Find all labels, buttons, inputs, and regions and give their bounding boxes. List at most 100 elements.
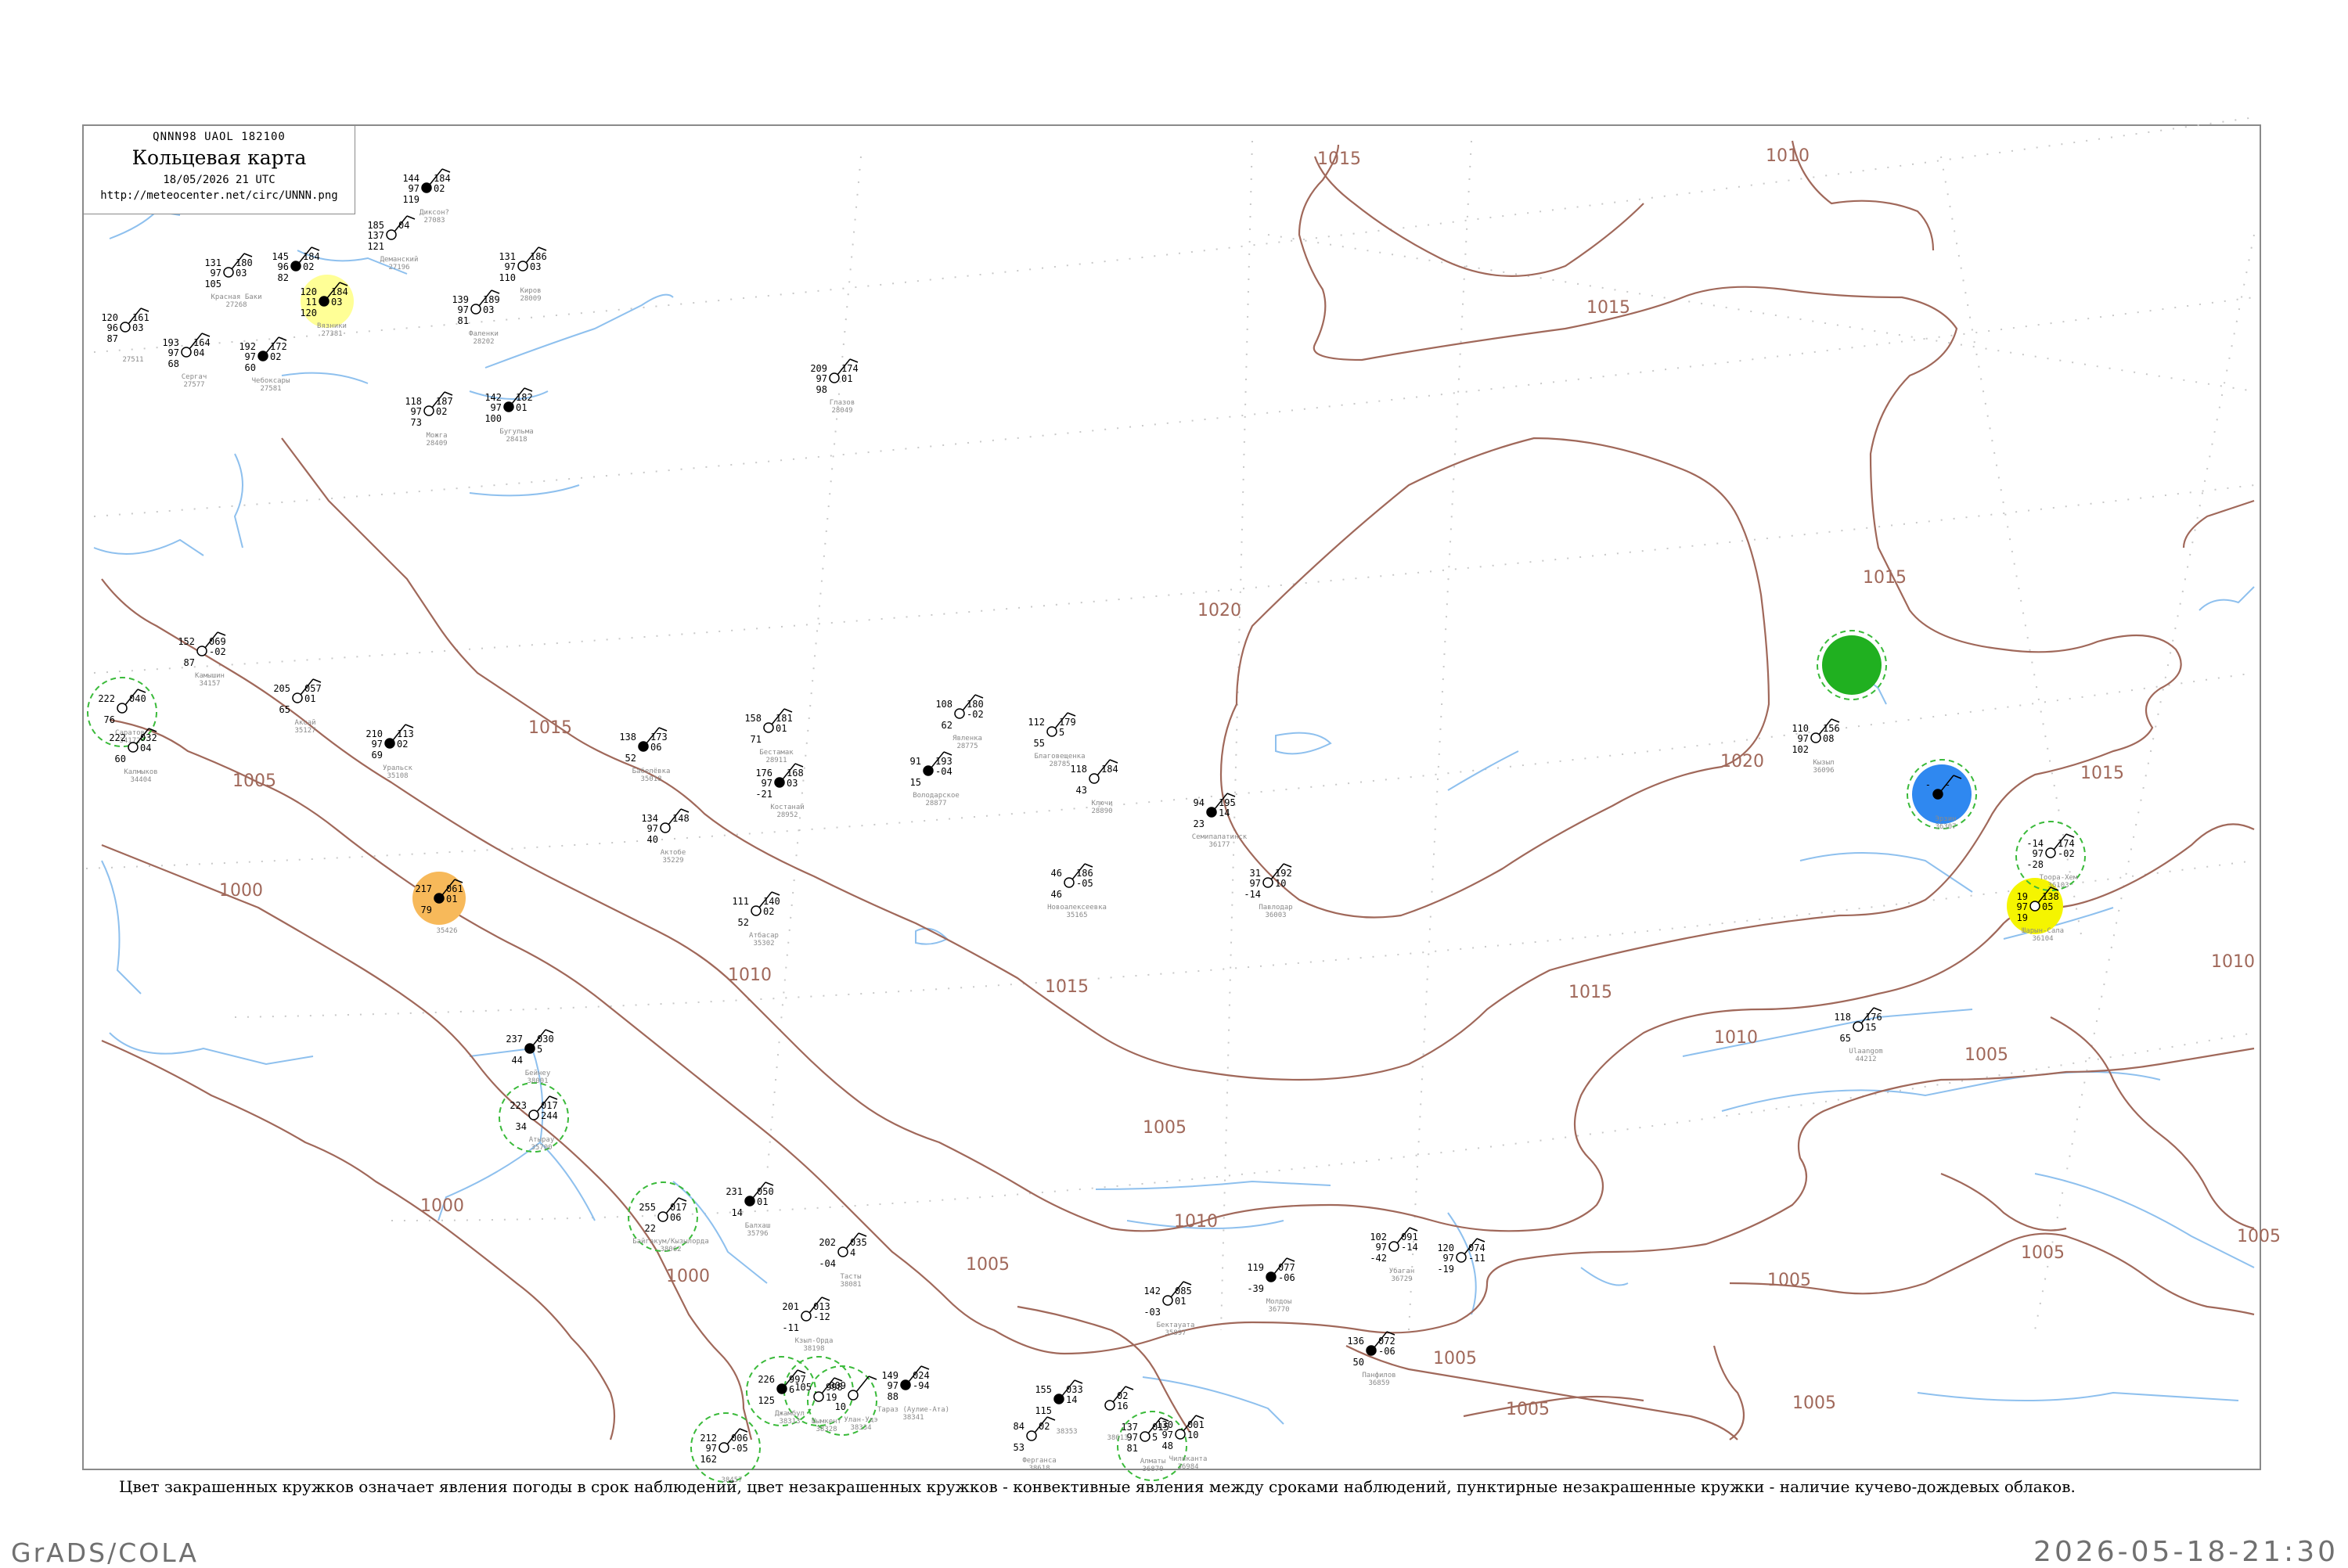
station-dewpoint: 97 xyxy=(1443,1253,1454,1264)
station-dewpoint: 97 xyxy=(409,183,420,194)
wind-barb-feather xyxy=(1283,863,1292,868)
station-index: 35700 xyxy=(531,1144,552,1152)
station-visibility: -03 xyxy=(1143,1307,1161,1318)
station-index: 28418 xyxy=(506,436,527,444)
station-plot: 111 52 14002 Атбасар35302 xyxy=(732,891,780,948)
isobar-label: 1010 xyxy=(1174,1212,1218,1232)
station-pressure: - xyxy=(1945,779,1950,790)
station-name: Ulaangom xyxy=(1849,1048,1882,1056)
station-dewpoint: 96 xyxy=(278,261,289,272)
station-temperature: 136 xyxy=(1347,1336,1364,1347)
station-name: Тараз (Аулие-Ата) xyxy=(877,1406,949,1414)
station-plot: 142 -03 08501 Бектауата35897 xyxy=(1143,1281,1195,1337)
station-temperature: 226 xyxy=(758,1374,775,1385)
station-pressure: 032 xyxy=(140,732,157,743)
station-name: Панфилов xyxy=(1362,1372,1395,1379)
station-index: 27196 xyxy=(388,264,409,272)
station-index: 28049 xyxy=(831,407,852,415)
station-dewpoint: 97 xyxy=(1798,733,1809,744)
station-temperature: 108 xyxy=(935,699,953,710)
station-temperature: 118 xyxy=(1070,764,1087,775)
station-temperature: 176 xyxy=(755,768,772,779)
cb-rings xyxy=(87,630,2086,1483)
wind-barb-feather xyxy=(974,694,984,699)
station-pressure: 035 xyxy=(850,1237,867,1248)
station-pressure: 184 xyxy=(331,286,348,297)
station-pressure: 172 xyxy=(270,341,287,352)
station-pressure: 182 xyxy=(516,392,533,403)
station-dewpoint: 97 xyxy=(211,268,221,279)
station-pressure: 173 xyxy=(650,732,668,743)
station-name: Павлодар xyxy=(1259,904,1292,912)
station-temperature: 217 xyxy=(415,883,432,894)
station-pressure: 030 xyxy=(537,1034,554,1045)
wind-barb-feather xyxy=(1226,793,1236,797)
station-dewpoint: 97 xyxy=(888,1380,899,1391)
station-pressure: 189 xyxy=(483,294,500,305)
station-index: 38353 xyxy=(1056,1428,1077,1436)
station-tendency: 5 xyxy=(537,1044,542,1055)
station-name: Бейнеу xyxy=(525,1070,551,1077)
station-name: Деманский xyxy=(380,256,419,264)
station-tendency: -02 xyxy=(2058,848,2075,859)
station-name: Бектауата xyxy=(1157,1322,1195,1329)
station-tendency: 03 xyxy=(483,304,494,315)
station-name: Явленка xyxy=(953,735,982,743)
station-tendency: 10 xyxy=(1275,878,1286,889)
station-pressure: 148 xyxy=(672,813,690,824)
station-temperature: 149 xyxy=(881,1370,899,1381)
station-pressure: 186 xyxy=(1076,868,1093,879)
station-plot: 201 -11 013-12 Кзыл-Орда38198 xyxy=(782,1296,833,1353)
station-index: 36870 xyxy=(1142,1466,1163,1473)
station-plot: 91 15 193-04 Володарское28877 xyxy=(910,751,960,807)
station-index: 38618 xyxy=(1028,1465,1050,1473)
station-plot: 1209687 16103 27511 xyxy=(101,307,149,364)
station-visibility: 60 xyxy=(115,753,126,764)
station-index: 38001 xyxy=(527,1077,548,1085)
station-plot: 202 -04 0354 Тасты38081 xyxy=(819,1232,867,1289)
station-index: 38341 xyxy=(902,1414,924,1422)
station-temperature: 142 xyxy=(484,392,502,403)
station-index: 36770 xyxy=(1268,1306,1289,1314)
station-visibility: 15 xyxy=(910,777,921,788)
station-name: Аксай xyxy=(294,719,315,727)
station-visibility: 125 xyxy=(758,1395,775,1406)
station-plot: 10297-42 091-14 Убаган36729 xyxy=(1370,1227,1418,1283)
station-pressure: 184 xyxy=(434,173,451,184)
isobar-label: 1015 xyxy=(2080,764,2124,783)
station-temperature: 31 xyxy=(1250,868,1261,879)
station-plot: 13197110 18603 Киров28009 xyxy=(499,246,547,303)
station-tendency: 02 xyxy=(763,906,774,917)
station-index: 36177 xyxy=(1208,841,1230,849)
map-datetime: 18/05/2026 21 UTC xyxy=(163,174,275,186)
station-dewpoint: 97 xyxy=(411,406,422,417)
station-name: Володарское xyxy=(913,792,960,800)
station-visibility: 81 xyxy=(1127,1443,1138,1454)
station-plot: 185137121 04 Деманский27196 xyxy=(367,215,419,272)
station-pressure: 057 xyxy=(304,683,322,694)
station-index: 44212 xyxy=(1855,1056,1876,1063)
isobar-label: 1000 xyxy=(666,1267,710,1286)
wind-barb-feather xyxy=(943,751,953,756)
isobar-label: 1010 xyxy=(1766,146,1810,166)
station-index: 28877 xyxy=(925,800,946,807)
isobar-label: 1010 xyxy=(2211,952,2255,972)
station-temperature: 111 xyxy=(732,896,749,907)
isobar-label: 1005 xyxy=(1143,1118,1187,1138)
station-temperature: 009 xyxy=(829,1380,846,1391)
isobar-label: 1015 xyxy=(1045,977,1089,997)
station-index: 27083 xyxy=(423,217,445,225)
station-index: 36103 xyxy=(2047,882,2069,890)
station-tendency: 15 xyxy=(1865,1022,1876,1033)
station-temperature: 130 xyxy=(1156,1419,1173,1430)
wind-barb-feather xyxy=(405,724,414,728)
station-tendency: 06 xyxy=(650,742,661,753)
station-visibility: 44 xyxy=(512,1055,523,1066)
render-timestamp: 2026-05-18-21:30 xyxy=(2033,1536,2339,1568)
station-pressure: 193 xyxy=(935,756,953,767)
wind-barb-feather xyxy=(1084,863,1093,868)
station-plot: 136 50 072-06 Панфилов36859 xyxy=(1347,1331,1396,1387)
station-visibility: 120 xyxy=(300,307,317,318)
wind-barb-feather xyxy=(1476,1238,1486,1243)
isobar-label: 1015 xyxy=(1568,983,1612,1002)
